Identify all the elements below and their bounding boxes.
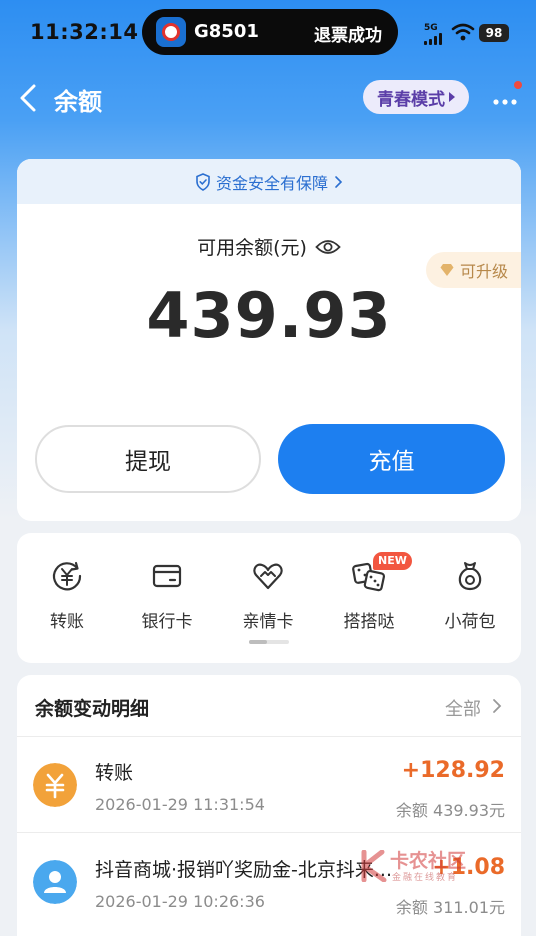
upgrade-label: 可升级: [460, 262, 509, 281]
action-family-card[interactable]: 亲情卡: [218, 559, 318, 632]
transactions-header: 余额变动明细 全部: [17, 675, 521, 737]
island-train-number: G8501: [194, 21, 259, 42]
quick-actions-card: 转账 银行卡 亲情卡 搭搭哒 小荷包 NEW: [17, 533, 521, 663]
security-label: 资金安全有保障: [215, 173, 328, 193]
family-card-icon: [253, 563, 283, 590]
action-label: 搭搭哒: [343, 612, 395, 632]
transaction-name: 转账: [95, 762, 134, 784]
youth-mode-arrow-icon: [449, 92, 455, 102]
dynamic-island[interactable]: G8501 退票成功: [142, 9, 398, 55]
shield-icon: [196, 172, 210, 191]
user-icon: [33, 860, 77, 904]
new-badge: NEW: [373, 552, 412, 570]
battery-indicator: 98: [479, 24, 509, 42]
recharge-button[interactable]: 充值: [278, 424, 505, 494]
transaction-row[interactable]: 转账 2026-01-29 11:31:54 +128.92 余额 439.93…: [17, 737, 521, 833]
status-bar: 11:32:14 G8501 退票成功 5G 98: [0, 0, 536, 64]
watermark-main-text: 卡农社区: [390, 850, 467, 872]
available-balance-label: 可用余额(元): [197, 237, 307, 259]
withdraw-button[interactable]: 提现: [35, 425, 261, 493]
pager-thumb: [249, 640, 267, 644]
network-label: 5G: [424, 23, 438, 33]
bank-card-icon: [152, 564, 182, 588]
railway-logo-icon: [156, 17, 186, 47]
balance-card: 资金安全有保障 可用余额(元) 439.93 可升级 提现 充值: [17, 159, 521, 521]
watermark: 卡农社区 金融在线教育: [360, 846, 480, 886]
action-label: 小荷包: [444, 612, 496, 632]
wifi-icon: [451, 23, 475, 41]
diamond-icon: [440, 264, 454, 276]
youth-mode-label: 青春模式: [377, 89, 445, 110]
chevron-right-icon: [335, 175, 343, 188]
youth-mode-button[interactable]: 青春模式: [363, 80, 469, 114]
action-label: 银行卡: [141, 612, 193, 632]
transaction-time: 2026-01-29 10:26:36: [95, 892, 265, 911]
transactions-title: 余额变动明细: [35, 698, 150, 720]
transaction-balance: 余额 439.93元: [395, 801, 505, 820]
eye-icon[interactable]: [315, 238, 341, 256]
balance-amount: 439.93: [146, 279, 392, 352]
back-icon[interactable]: [16, 82, 42, 114]
nav-bar: 余额 青春模式: [0, 70, 536, 126]
pager-indicator: [249, 640, 289, 644]
page-title: 余额: [54, 88, 102, 116]
security-banner[interactable]: 资金安全有保障: [17, 159, 521, 204]
island-status-text: 退票成功: [314, 26, 382, 46]
signal-icon: [424, 33, 446, 45]
chevron-right-icon[interactable]: [491, 697, 503, 715]
action-transfer[interactable]: 转账: [17, 559, 117, 632]
action-label: 亲情卡: [242, 612, 294, 632]
transactions-card: 余额变动明细 全部 转账 2026-01-29 11:31:54 +128.92…: [17, 675, 521, 936]
filter-all-button[interactable]: 全部: [445, 695, 481, 721]
action-pouch[interactable]: 小荷包: [420, 559, 520, 632]
transaction-amount: +128.92: [401, 758, 505, 783]
action-label: 转账: [50, 612, 84, 632]
action-bank-card[interactable]: 银行卡: [117, 559, 217, 632]
notification-dot: [514, 81, 522, 89]
watermark-logo-icon: [361, 850, 387, 882]
upgrade-button[interactable]: 可升级: [426, 252, 521, 288]
transfer-icon: [52, 561, 82, 591]
transaction-time: 2026-01-29 11:31:54: [95, 795, 265, 814]
watermark-sub-text: 金融在线教育: [392, 873, 459, 883]
transaction-name: 抖音商城·报销吖奖励金-北京抖来...: [95, 859, 393, 881]
yuan-icon: [33, 763, 77, 807]
status-time: 11:32:14: [30, 20, 139, 44]
transaction-balance: 余额 311.01元: [395, 898, 505, 917]
pouch-icon: [458, 562, 482, 591]
